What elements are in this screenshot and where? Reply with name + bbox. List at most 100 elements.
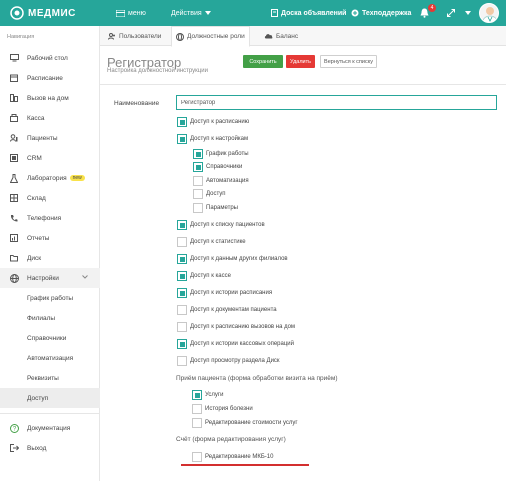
permission-checkbox[interactable]: [192, 452, 202, 462]
nav-item-documentation[interactable]: ? Документация: [0, 418, 100, 438]
permission-label: История болезни: [205, 405, 253, 412]
tab-label: Должностные роли: [187, 33, 245, 40]
tab-roles[interactable]: Должностные роли: [171, 26, 250, 47]
logo[interactable]: МЕДМИС: [0, 0, 100, 26]
permission-label: Доступ к настройкам: [190, 135, 249, 142]
caret-down-icon: [204, 11, 211, 15]
user-menu-button[interactable]: [465, 0, 474, 26]
avatar[interactable]: [479, 3, 499, 23]
nav-item-settings[interactable]: Настройки: [0, 268, 100, 288]
nav-sub-label: Доступ: [27, 394, 49, 402]
nav-sub-label: Справочники: [27, 334, 67, 342]
header-divider: [100, 84, 506, 85]
nav-item-home-visit[interactable]: Вызов на дом: [0, 88, 100, 108]
permission-checkbox[interactable]: [177, 322, 187, 332]
patients-icon: [10, 134, 18, 142]
permission-checkbox[interactable]: [193, 162, 203, 172]
notifications-button[interactable]: 4: [420, 0, 436, 26]
permission-checkbox[interactable]: [177, 237, 187, 247]
permission-label: Доступ к расписанию: [190, 118, 250, 125]
caret-down-icon: [465, 11, 471, 15]
permission-checkbox[interactable]: [177, 271, 187, 281]
logout-icon: [9, 444, 19, 452]
top-bar: МЕДМИС меню Действия Доска объявлений Те…: [0, 0, 506, 26]
nav-sub-access[interactable]: Доступ: [0, 388, 100, 408]
support-link[interactable]: Техподдержка: [351, 0, 411, 26]
back-to-list-button[interactable]: Вернуться к списку: [320, 55, 377, 68]
nav-item-logout[interactable]: Выход: [0, 438, 100, 458]
nav-item-patients[interactable]: Пациенты: [0, 128, 100, 148]
support-icon: [351, 9, 359, 17]
nav-label: Лаборатория: [27, 174, 67, 182]
nav-caption: Навигация: [7, 34, 35, 40]
nav-sub-automation[interactable]: Автоматизация: [0, 348, 100, 368]
expand-icon: [447, 9, 455, 17]
nav-item-warehouse[interactable]: Склад: [0, 188, 100, 208]
permission-label: Услуги: [205, 391, 224, 398]
nav-label: Пациенты: [27, 134, 58, 142]
permission-checkbox[interactable]: [177, 134, 187, 144]
permission-checkbox[interactable]: [177, 288, 187, 298]
menu-button[interactable]: меню: [116, 0, 146, 26]
help-icon: ?: [9, 423, 19, 433]
permission-checkbox[interactable]: [177, 117, 187, 127]
nav-sub-label: Филиалы: [27, 314, 56, 322]
nav-label: Телефония: [27, 214, 62, 222]
nav-sub-requisites[interactable]: Реквизиты: [0, 368, 100, 388]
board-icon: [271, 9, 278, 17]
save-button[interactable]: Сохранить: [243, 55, 283, 68]
permission-checkbox[interactable]: [193, 176, 203, 186]
permission-checkbox[interactable]: [192, 390, 202, 400]
nav-item-laboratory[interactable]: Лаборатория new: [0, 168, 100, 188]
permission-label: Автоматизация: [206, 177, 249, 184]
highlight-underline: [181, 464, 309, 466]
nav-item-crm[interactable]: CRM: [0, 148, 100, 168]
nav-item-schedule[interactable]: Расписание: [0, 68, 100, 88]
actions-dropdown[interactable]: Действия: [171, 0, 214, 26]
globe-icon: [9, 273, 19, 283]
nav-sub-label: График работы: [27, 294, 74, 302]
nav-sub-work-schedule[interactable]: График работы: [0, 288, 100, 308]
permission-checkbox[interactable]: [177, 220, 187, 230]
permission-checkbox[interactable]: [193, 149, 203, 159]
nav-item-cash[interactable]: Касса: [0, 108, 100, 128]
tab-label: Баланс: [276, 32, 299, 40]
menu-label: меню: [128, 9, 146, 17]
permission-label: Доступ: [206, 190, 226, 197]
permission-checkbox[interactable]: [192, 418, 202, 428]
name-label: Наименование: [114, 100, 160, 107]
permission-label: Доступ к расписанию вызовов на дом: [190, 323, 296, 330]
name-input[interactable]: [176, 95, 497, 110]
reports-icon: [10, 234, 18, 242]
permission-checkbox[interactable]: [192, 404, 202, 414]
permission-checkbox[interactable]: [193, 203, 203, 213]
nav-label: Вызов на дом: [27, 94, 69, 102]
nav-sub-label: Автоматизация: [27, 354, 74, 362]
permission-label: Доступ к истории кассовых операций: [190, 340, 294, 347]
delete-button[interactable]: Удалить: [286, 55, 315, 68]
permission-checkbox[interactable]: [177, 254, 187, 264]
nav-item-desktop[interactable]: Рабочий стол: [0, 48, 100, 68]
permission-checkbox[interactable]: [177, 305, 187, 315]
invoice-group-title: Счёт (форма редактирования услуг): [176, 436, 286, 443]
nav-sub-directories[interactable]: Справочники: [0, 328, 100, 348]
permission-label: Доступ к данным других филиалов: [190, 255, 288, 262]
cloud-icon: [264, 34, 273, 39]
nav-item-reports[interactable]: Отчеты: [0, 228, 100, 248]
nav-item-disk[interactable]: Диск: [0, 248, 100, 268]
nav-sub-branches[interactable]: Филиалы: [0, 308, 100, 328]
cash-icon: [10, 114, 18, 122]
tab-users[interactable]: Пользователи: [104, 26, 165, 46]
permission-checkbox[interactable]: [193, 189, 203, 199]
calendar-icon: [10, 74, 18, 82]
fullscreen-button[interactable]: [447, 0, 458, 26]
permission-checkbox[interactable]: [177, 356, 187, 366]
permission-checkbox[interactable]: [177, 339, 187, 349]
notification-badge: 4: [428, 4, 436, 12]
reception-group-title: Приём пациента (форма обработки визита н…: [176, 375, 338, 382]
board-link[interactable]: Доска объявлений: [271, 0, 346, 26]
globe-icon: [176, 32, 184, 41]
nav-label: Настройки: [27, 274, 59, 282]
tab-balance[interactable]: Баланс: [260, 26, 302, 46]
nav-item-telephony[interactable]: Телефония: [0, 208, 100, 228]
